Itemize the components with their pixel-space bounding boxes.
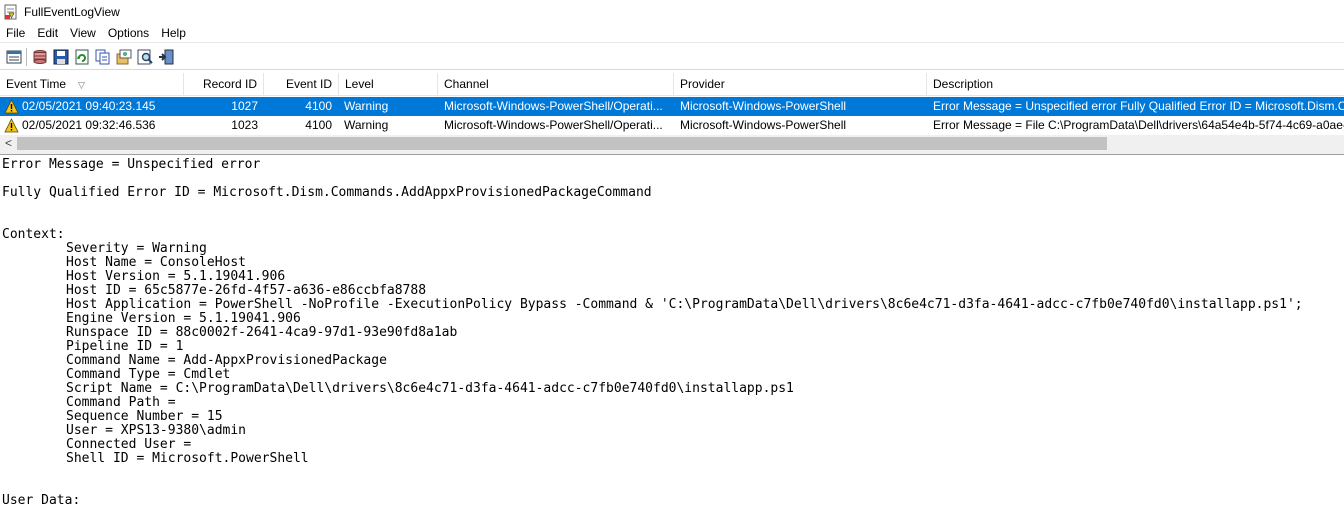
title-bar: FullEventLogView — [0, 0, 1344, 23]
cell-description: Error Message = File C:\ProgramData\Dell… — [933, 118, 1344, 132]
column-header-description[interactable]: Description — [927, 73, 1344, 96]
cell-event-time: 02/05/2021 09:40:23.145 — [22, 99, 156, 113]
detail-context-line: User = XPS13-9380\admin — [66, 423, 247, 438]
menu-file[interactable]: File — [0, 26, 31, 40]
cell-level: Warning — [344, 99, 389, 113]
column-header-channel[interactable]: Channel — [438, 73, 674, 96]
list-header: Event Time ▽ Record ID Event ID Level Cha… — [0, 73, 1344, 96]
properties-icon[interactable] — [6, 49, 22, 65]
toolbar — [0, 44, 1344, 70]
detail-context-line: Severity = Warning — [66, 241, 207, 256]
menu-help[interactable]: Help — [155, 26, 192, 40]
detail-context-line: Sequence Number = 15 — [66, 409, 223, 424]
column-header-event-id[interactable]: Event ID — [264, 73, 339, 96]
options-icon[interactable] — [116, 49, 132, 65]
pane-splitter[interactable] — [0, 152, 1344, 155]
event-details-pane[interactable]: Error Message = Unspecified error Fully … — [0, 156, 1344, 513]
exit-icon[interactable] — [158, 49, 174, 65]
cell-level: Warning — [344, 118, 389, 132]
cell-channel: Microsoft-Windows-PowerShell/Operati... — [444, 99, 663, 113]
detail-context-line: Command Path = — [66, 395, 184, 410]
column-header-event-time[interactable]: Event Time ▽ — [0, 73, 184, 96]
detail-error-id: Fully Qualified Error ID = Microsoft.Dis… — [2, 185, 652, 200]
column-header-record-id[interactable]: Record ID — [184, 73, 264, 96]
detail-context-line: Pipeline ID = 1 — [66, 339, 184, 354]
detail-user-data-label: User Data: — [2, 493, 81, 508]
database-icon[interactable] — [32, 49, 48, 65]
detail-context-line: Host Name = ConsoleHost — [66, 255, 247, 270]
scrollbar-thumb[interactable] — [17, 137, 1107, 150]
cell-event-id: 4100 — [305, 99, 332, 113]
horizontal-scrollbar[interactable]: < — [0, 135, 1344, 152]
refresh-icon[interactable] — [74, 49, 90, 65]
detail-context-label: Context: — [2, 227, 65, 242]
sort-arrow-icon: ▽ — [78, 80, 85, 90]
detail-context-line: Command Name = Add-AppxProvisionedPackag… — [66, 353, 387, 368]
window-title: FullEventLogView — [24, 4, 120, 19]
scroll-left-icon[interactable]: < — [0, 135, 17, 152]
detail-context-line: Host ID = 65c5877e-26fd-4f57-a636-e86ccb… — [66, 283, 427, 298]
cell-provider: Microsoft-Windows-PowerShell — [680, 99, 847, 113]
detail-context-line: Engine Version = 5.1.19041.906 — [66, 311, 301, 326]
menu-options[interactable]: Options — [102, 26, 155, 40]
cell-channel: Microsoft-Windows-PowerShell/Operati... — [444, 118, 663, 132]
cell-event-id: 4100 — [305, 118, 332, 132]
column-label: Event Time — [6, 77, 67, 91]
warning-icon — [4, 99, 19, 114]
app-icon — [4, 4, 18, 20]
column-header-provider[interactable]: Provider — [674, 73, 927, 96]
copy-icon[interactable] — [95, 49, 111, 65]
cell-provider: Microsoft-Windows-PowerShell — [680, 118, 847, 132]
cell-record-id: 1023 — [231, 118, 258, 132]
detail-context-line: Script Name = C:\ProgramData\Dell\driver… — [66, 381, 794, 396]
detail-context-line: Host Application = PowerShell -NoProfile… — [66, 297, 1303, 312]
column-header-level[interactable]: Level — [339, 73, 438, 96]
find-icon[interactable] — [137, 49, 153, 65]
menu-bar: File Edit View Options Help — [0, 23, 1344, 43]
detail-context-line: Command Type = Cmdlet — [66, 367, 231, 382]
detail-context-line: Shell ID = Microsoft.PowerShell — [66, 451, 309, 466]
detail-error-message: Error Message = Unspecified error — [2, 157, 261, 172]
cell-description: Error Message = Unspecified error Fully … — [933, 99, 1344, 113]
table-row[interactable]: 02/05/2021 09:40:23.145 1027 4100 Warnin… — [0, 97, 1344, 116]
cell-event-time: 02/05/2021 09:32:46.536 — [22, 118, 156, 132]
menu-view[interactable]: View — [64, 26, 102, 40]
detail-context-line: Runspace ID = 88c0002f-2641-4ca9-97d1-93… — [66, 325, 458, 340]
menu-edit[interactable]: Edit — [31, 26, 64, 40]
cell-record-id: 1027 — [231, 99, 258, 113]
table-row[interactable]: 02/05/2021 09:32:46.536 1023 4100 Warnin… — [0, 116, 1344, 135]
warning-icon — [4, 118, 19, 133]
detail-context-line: Host Version = 5.1.19041.906 — [66, 269, 286, 284]
save-icon[interactable] — [53, 49, 69, 65]
detail-context-line: Connected User = — [66, 437, 200, 452]
toolbar-separator — [26, 47, 27, 66]
